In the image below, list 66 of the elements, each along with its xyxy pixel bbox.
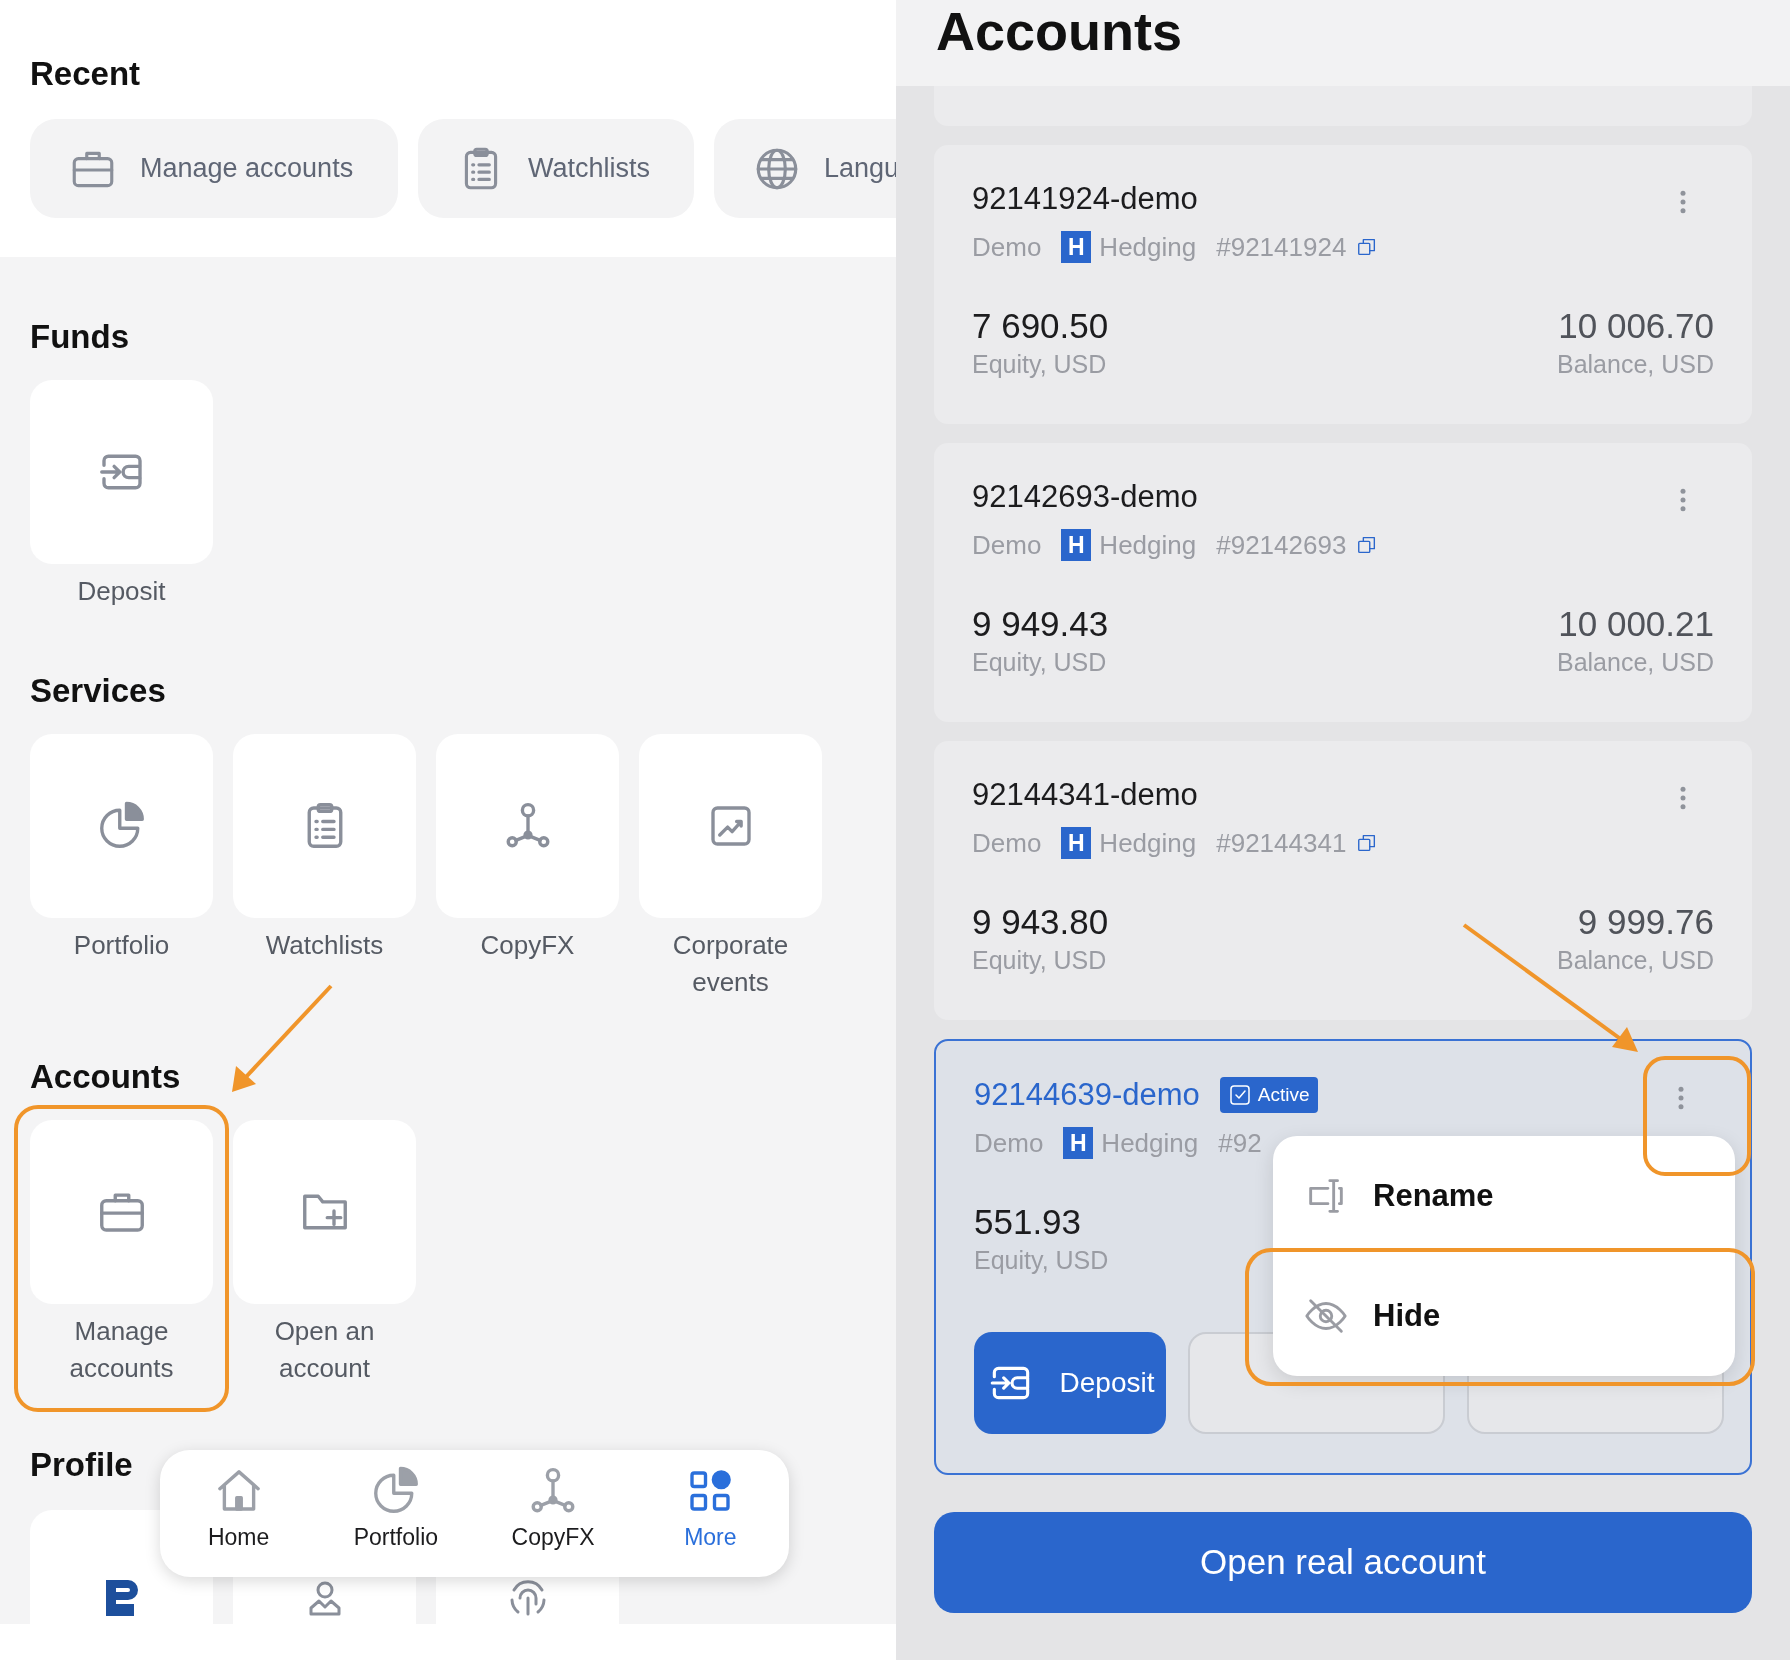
balance-label: Balance, USD <box>1556 945 1714 976</box>
balance-label: Balance, USD <box>1556 647 1714 678</box>
account-name: 92144639-demo <box>974 1075 1200 1114</box>
equity-label: Equity, USD <box>972 945 1108 976</box>
hedging-badge: H <box>1063 1127 1094 1159</box>
account-mode: Hedging <box>1099 230 1197 264</box>
account-type: Demo <box>974 1126 1044 1160</box>
equity-label: Equity, USD <box>972 647 1108 678</box>
balance-label: Balance, USD <box>1556 349 1714 380</box>
nav-tab[interactable]: CopyFX <box>474 1450 632 1577</box>
account-number: #92 <box>1218 1126 1262 1160</box>
status-badge: Active <box>1219 1077 1318 1113</box>
recent-chip[interactable]: Watchlists <box>418 119 694 218</box>
tile-label: Watchlists <box>264 929 385 962</box>
balance-value: 10 006.70 <box>1558 306 1714 346</box>
tile-label: Portfolio <box>72 929 171 962</box>
menu-item[interactable]: Rename <box>1273 1136 1735 1256</box>
section-heading: Profile <box>30 1445 134 1485</box>
account-mode: Hedging <box>1101 1126 1199 1160</box>
equity-value: 551.93 <box>974 1202 1083 1242</box>
tile-label: Manage accounts <box>68 1315 175 1385</box>
account-number: #92141924 <box>1216 230 1347 264</box>
account-name: 92144341-demo <box>972 775 1198 814</box>
hedging-badge: H <box>1061 231 1092 263</box>
account-type: Demo <box>972 826 1042 860</box>
service-tile[interactable] <box>639 734 822 918</box>
equity-label: Equity, USD <box>972 349 1108 380</box>
recent-chip[interactable]: Manage accounts <box>30 119 398 218</box>
equity-value: 9 949.43 <box>972 604 1109 644</box>
balance-value: 10 000.21 <box>1558 604 1714 644</box>
account-name: 92141924-demo <box>972 179 1198 218</box>
menu-item[interactable]: Hide <box>1273 1256 1735 1376</box>
service-tile[interactable] <box>233 1120 416 1304</box>
account-type: Demo <box>972 528 1042 562</box>
service-tile[interactable] <box>30 380 213 564</box>
section-heading: Funds <box>30 317 130 357</box>
tile-label: Open an account <box>273 1315 376 1385</box>
balance-value: 9 999.76 <box>1577 902 1714 942</box>
equity-value: 7 690.50 <box>972 306 1109 346</box>
tile-label: Deposit <box>76 575 167 608</box>
nav-tab[interactable]: Portfolio <box>317 1450 475 1577</box>
screen-title: Accounts <box>936 0 1184 62</box>
equity-value: 9 943.80 <box>972 902 1109 942</box>
service-tile[interactable] <box>436 734 619 918</box>
service-tile[interactable] <box>30 734 213 918</box>
account-type: Demo <box>972 230 1042 264</box>
section-heading: Accounts <box>30 1057 182 1097</box>
hedging-badge: H <box>1061 529 1092 561</box>
service-tile[interactable] <box>233 734 416 918</box>
equity-label: Equity, USD <box>974 1245 1109 1276</box>
service-tile[interactable] <box>30 1120 213 1304</box>
account-number: #92144341 <box>1216 826 1347 860</box>
account-number: #92142693 <box>1216 528 1347 562</box>
tile-label: Corporate events <box>671 929 790 999</box>
tile-label: CopyFX <box>479 929 576 962</box>
open-real-account-button[interactable]: Open real account <box>934 1512 1752 1613</box>
section-heading: Services <box>30 671 167 711</box>
check-square-icon <box>1227 1083 1252 1107</box>
nav-tab[interactable]: Home <box>160 1450 318 1577</box>
deposit-button[interactable]: Deposit <box>974 1332 1166 1434</box>
account-mode: Hedging <box>1099 528 1197 562</box>
account-mode: Hedging <box>1099 826 1197 860</box>
hedging-badge: H <box>1061 827 1092 859</box>
section-heading: Recent <box>30 54 142 94</box>
nav-tab[interactable]: More <box>631 1450 789 1577</box>
account-name: 92142693-demo <box>972 477 1198 516</box>
